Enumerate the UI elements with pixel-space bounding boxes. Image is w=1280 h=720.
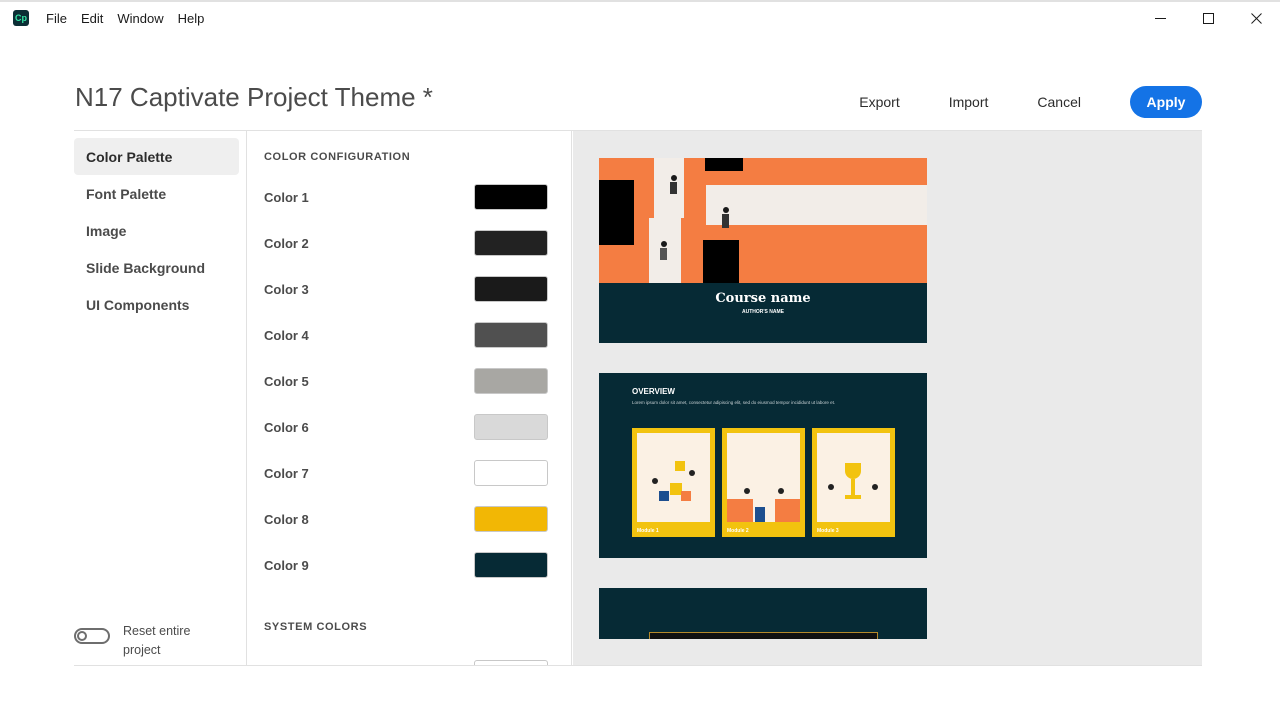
color-configuration: COLOR CONFIGURATION Color 1 Color 2 Colo… [248,131,572,665]
header-actions: Export Import Cancel Apply [859,86,1202,118]
color-swatch[interactable] [474,368,548,394]
people-illustration [599,158,927,283]
slide-thumbnail-overview[interactable]: OVERVIEW Lorem ipsum dolor sit amet, con… [599,373,927,558]
overview-body: Lorem ipsum dolor sit amet, consectetur … [632,400,836,405]
import-button[interactable]: Import [949,94,989,110]
toggle-knob [77,631,87,641]
system-colors-title: SYSTEM COLORS [264,621,368,633]
color-label: Color 7 [264,465,309,481]
apply-button[interactable]: Apply [1130,86,1202,118]
reset-toggle[interactable] [74,628,110,644]
minimize-button[interactable] [1136,4,1184,32]
color-label: Color 9 [264,557,309,573]
section-title: COLOR CONFIGURATION [264,151,411,163]
menu-file[interactable]: File [46,11,67,26]
module-card: Module 2 [722,428,805,537]
app-logo-icon: Cp [13,10,29,26]
sidebar-item-slide-background[interactable]: Slide Background [74,249,239,286]
slide-content-frame [649,632,878,639]
slide-title-band: Course name AUTHOR'S NAME [599,283,927,343]
module-illustration [637,433,710,522]
author-name: AUTHOR'S NAME [741,309,785,315]
color-row: Color 9 [264,552,548,578]
color-row: Color 8 [264,506,548,532]
menu-bar: Cp File Edit Window Help [0,4,1280,32]
color-row: Color 2 [264,230,548,256]
color-swatch[interactable] [474,276,548,302]
sidebar-item-image[interactable]: Image [74,212,239,249]
color-label: Color 5 [264,373,309,389]
color-label: Color 6 [264,419,309,435]
sidebar-item-font-palette[interactable]: Font Palette [74,175,239,212]
color-row: Color 6 [264,414,548,440]
slide-header-image [599,158,927,283]
slide-thumbnail-title[interactable]: Course name AUTHOR'S NAME [599,158,927,343]
module-illustration [727,433,800,522]
close-button[interactable] [1232,4,1280,32]
window-controls [1136,4,1280,32]
color-swatch[interactable] [474,552,548,578]
maximize-button[interactable] [1184,4,1232,32]
theme-panel: Color Palette Font Palette Image Slide B… [74,130,1202,666]
color-label: Color 2 [264,235,309,251]
sidebar-item-ui-components[interactable]: UI Components [74,286,239,323]
module-label: Module 2 [727,528,749,534]
system-color-swatch[interactable] [474,660,548,665]
module-card: Module 1 [632,428,715,537]
color-row: Color 5 [264,368,548,394]
overview-heading: OVERVIEW [632,387,675,396]
color-row: Color 4 [264,322,548,348]
export-button[interactable]: Export [859,94,899,110]
color-row: Color 7 [264,460,548,486]
color-swatch[interactable] [474,184,548,210]
module-card: Module 3 [812,428,895,537]
sidebar-item-color-palette[interactable]: Color Palette [74,138,239,175]
color-swatch[interactable] [474,460,548,486]
color-label: Color 8 [264,511,309,527]
reset-label: Reset entire project [123,624,191,657]
color-swatch[interactable] [474,322,548,348]
cancel-button[interactable]: Cancel [1037,94,1081,110]
close-icon [1250,12,1262,24]
minimize-icon [1154,17,1166,19]
color-swatch[interactable] [474,230,548,256]
window-frame: Cp File Edit Window Help N17 Captivate P… [0,0,1280,720]
color-label: Color 4 [264,327,309,343]
menu-window[interactable]: Window [117,11,163,26]
preview-pane: Course name AUTHOR'S NAME OVERVIEW Lorem… [573,131,1202,665]
color-label: Color 3 [264,281,309,297]
module-label: Module 3 [817,528,839,534]
color-swatch[interactable] [474,506,548,532]
course-name: Course name [715,291,811,306]
menu-edit[interactable]: Edit [81,11,103,26]
color-swatch[interactable] [474,414,548,440]
maximize-icon [1202,12,1214,24]
module-label: Module 1 [637,528,659,534]
color-row: Color 3 [264,276,548,302]
color-row: Color 1 [264,184,548,210]
menu-help[interactable]: Help [178,11,205,26]
page-title: N17 Captivate Project Theme * [75,82,433,112]
color-label: Color 1 [264,189,309,205]
slide-thumbnail-3[interactable] [599,588,927,639]
module-illustration [817,433,890,522]
sidebar: Color Palette Font Palette Image Slide B… [74,131,247,665]
